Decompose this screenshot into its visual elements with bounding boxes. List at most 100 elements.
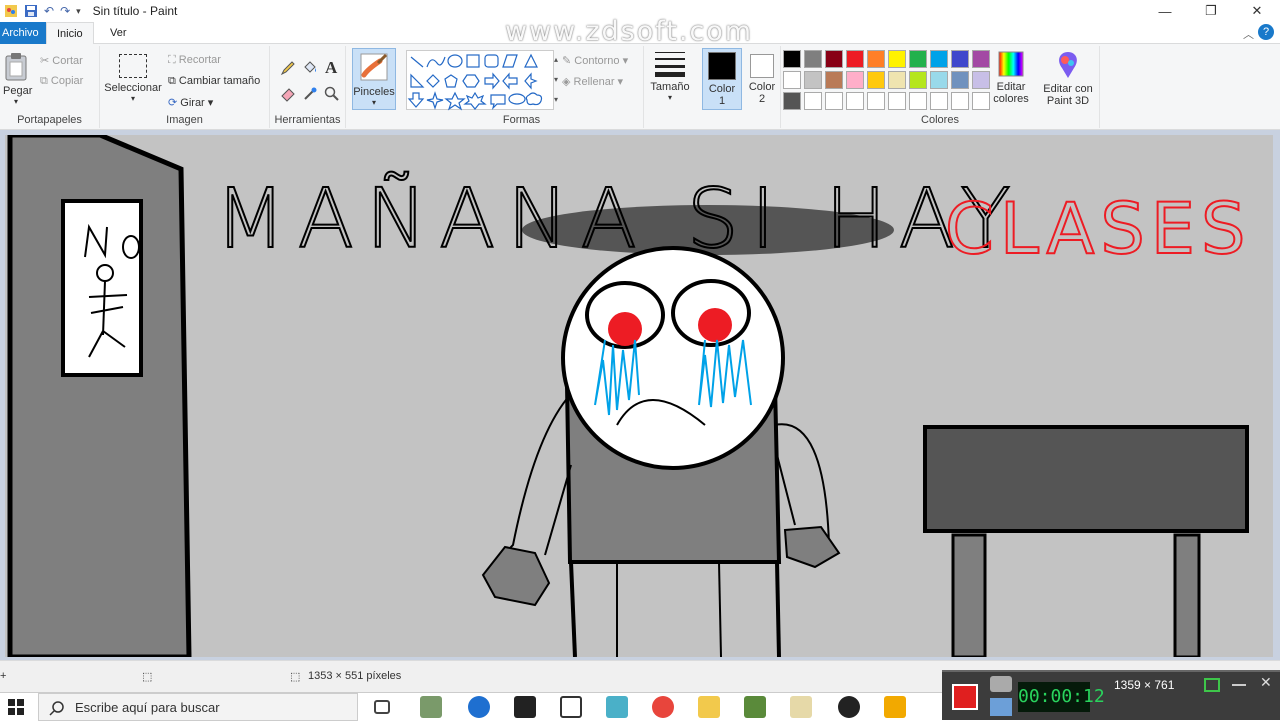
start-button[interactable] — [0, 693, 32, 721]
outline-icon: ✎ — [562, 55, 575, 67]
drawing: MAÑANA SI HAY CLASES — [5, 135, 1273, 657]
redo-icon[interactable]: ↷ — [60, 4, 70, 18]
minecraft-icon[interactable] — [744, 696, 766, 718]
quick-access-toolbar: ↶ ↷ ▾ — [0, 4, 81, 18]
rotate-button[interactable]: ⟳ Girar ▾ — [168, 96, 213, 109]
palette-swatch[interactable] — [888, 50, 906, 68]
pause-icon[interactable] — [990, 698, 1012, 716]
magnifier-icon[interactable] — [324, 86, 340, 102]
store-icon[interactable] — [514, 696, 536, 718]
palette-swatch[interactable] — [972, 50, 990, 68]
paste-button[interactable]: Pegar ▾ — [3, 52, 32, 106]
search-placeholder: Escribe aquí para buscar — [75, 699, 220, 715]
chrome-icon[interactable] — [652, 696, 674, 718]
palette-swatch[interactable] — [909, 71, 927, 89]
collapse-ribbon-icon[interactable]: ︿ — [1243, 26, 1254, 42]
camera-icon[interactable] — [990, 676, 1012, 692]
close-button[interactable]: ✕ — [1234, 0, 1280, 22]
cut-button[interactable]: ✂ Cortar — [40, 54, 83, 67]
tab-ver[interactable]: Ver — [100, 22, 137, 44]
color2-button[interactable]: Color 2 — [744, 48, 780, 110]
palette-swatch[interactable] — [930, 92, 948, 110]
app-icon-2[interactable] — [606, 696, 628, 718]
palette-swatch[interactable] — [846, 71, 864, 89]
palette-swatch[interactable] — [846, 50, 864, 68]
color-wheel-icon — [998, 51, 1024, 77]
group-label-colores: Colores — [921, 114, 959, 126]
minimize-button[interactable]: — — [1142, 0, 1188, 22]
task-view-icon[interactable] — [374, 700, 390, 714]
color2-swatch — [750, 54, 774, 78]
copy-button[interactable]: ⧉ Copiar — [40, 75, 83, 88]
pencil-icon[interactable] — [280, 60, 296, 76]
resize-icon: ⧉ — [168, 75, 179, 87]
save-icon[interactable] — [24, 4, 38, 18]
shapes-gallery[interactable] — [406, 50, 554, 111]
size-button[interactable]: Tamaño ▾ — [648, 48, 692, 112]
group-herramientas: A Herramientas — [270, 46, 346, 128]
brushes-button[interactable]: Pinceles ▾ — [352, 48, 396, 110]
fill-dropdown[interactable]: ◈ Rellenar ▾ — [562, 75, 623, 88]
palette-swatch[interactable] — [972, 71, 990, 89]
customize-toolbar-icon[interactable]: ▾ — [76, 6, 81, 17]
headline-text: MAÑANA SI HAY — [215, 172, 1023, 267]
palette-swatch[interactable] — [867, 50, 885, 68]
file-explorer-icon[interactable] — [698, 696, 720, 718]
crop-button[interactable]: ⛶ Recortar — [168, 54, 221, 67]
palette-swatch[interactable] — [951, 92, 969, 110]
paint-taskbar-icon[interactable] — [790, 696, 812, 718]
palette-swatch[interactable] — [930, 71, 948, 89]
tab-archivo[interactable]: Archivo — [0, 22, 46, 44]
tab-inicio[interactable]: Inicio — [46, 22, 94, 45]
crop-icon: ⛶ — [168, 54, 179, 66]
outline-dropdown[interactable]: ✎ Contorno ▾ — [562, 54, 628, 67]
palette-swatch[interactable] — [972, 92, 990, 110]
windows-icon — [8, 699, 24, 715]
palette-swatch[interactable] — [825, 50, 843, 68]
edit-colors-button[interactable]: Editar colores — [989, 50, 1033, 105]
color-picker-icon[interactable] — [302, 86, 318, 102]
palette-swatch[interactable] — [888, 71, 906, 89]
drawing-canvas[interactable]: MAÑANA SI HAY CLASES — [5, 135, 1273, 657]
palette-swatch[interactable] — [909, 92, 927, 110]
text-tool-icon[interactable]: A — [325, 58, 337, 78]
palette-swatch[interactable] — [846, 92, 864, 110]
palette-swatch[interactable] — [888, 92, 906, 110]
palette-swatch[interactable] — [909, 50, 927, 68]
resize-button[interactable]: ⧉ Cambiar tamaño — [168, 75, 260, 88]
mail-icon[interactable] — [560, 696, 582, 718]
palette-swatch[interactable] — [825, 71, 843, 89]
palette-swatch[interactable] — [951, 50, 969, 68]
fill-bucket-icon[interactable] — [302, 60, 318, 76]
palette-swatch[interactable] — [804, 71, 822, 89]
color-palette — [783, 50, 995, 114]
undo-icon[interactable]: ↶ — [44, 4, 54, 18]
palette-swatch[interactable] — [867, 71, 885, 89]
palette-swatch[interactable] — [804, 50, 822, 68]
palette-swatch[interactable] — [783, 92, 801, 110]
paint-app-icon[interactable] — [4, 4, 18, 18]
app-icon-1[interactable] — [420, 696, 442, 718]
taskbar-search[interactable]: Escribe aquí para buscar — [38, 693, 358, 721]
canvas-area: MAÑANA SI HAY CLASES — [0, 130, 1280, 660]
minimize-recorder-icon[interactable] — [1232, 684, 1246, 686]
palette-swatch[interactable] — [804, 92, 822, 110]
region-icon[interactable] — [1204, 678, 1220, 692]
palette-swatch[interactable] — [783, 50, 801, 68]
obs-icon[interactable] — [838, 696, 860, 718]
palette-swatch[interactable] — [867, 92, 885, 110]
app-icon-3[interactable] — [884, 696, 906, 718]
palette-swatch[interactable] — [951, 71, 969, 89]
help-icon[interactable]: ? — [1258, 24, 1274, 40]
select-button[interactable]: Seleccionar ▾ — [104, 54, 162, 103]
edge-icon[interactable] — [468, 696, 490, 718]
eraser-icon[interactable] — [280, 86, 296, 102]
record-stop-button[interactable] — [952, 684, 978, 710]
maximize-button[interactable]: ❐ — [1188, 0, 1234, 22]
palette-swatch[interactable] — [783, 71, 801, 89]
close-recorder-icon[interactable]: ✕ — [1260, 674, 1272, 691]
color1-button[interactable]: Color 1 — [702, 48, 742, 110]
palette-swatch[interactable] — [825, 92, 843, 110]
palette-swatch[interactable] — [930, 50, 948, 68]
edit-paint3d-button[interactable]: Editar con Paint 3D — [1038, 50, 1098, 107]
